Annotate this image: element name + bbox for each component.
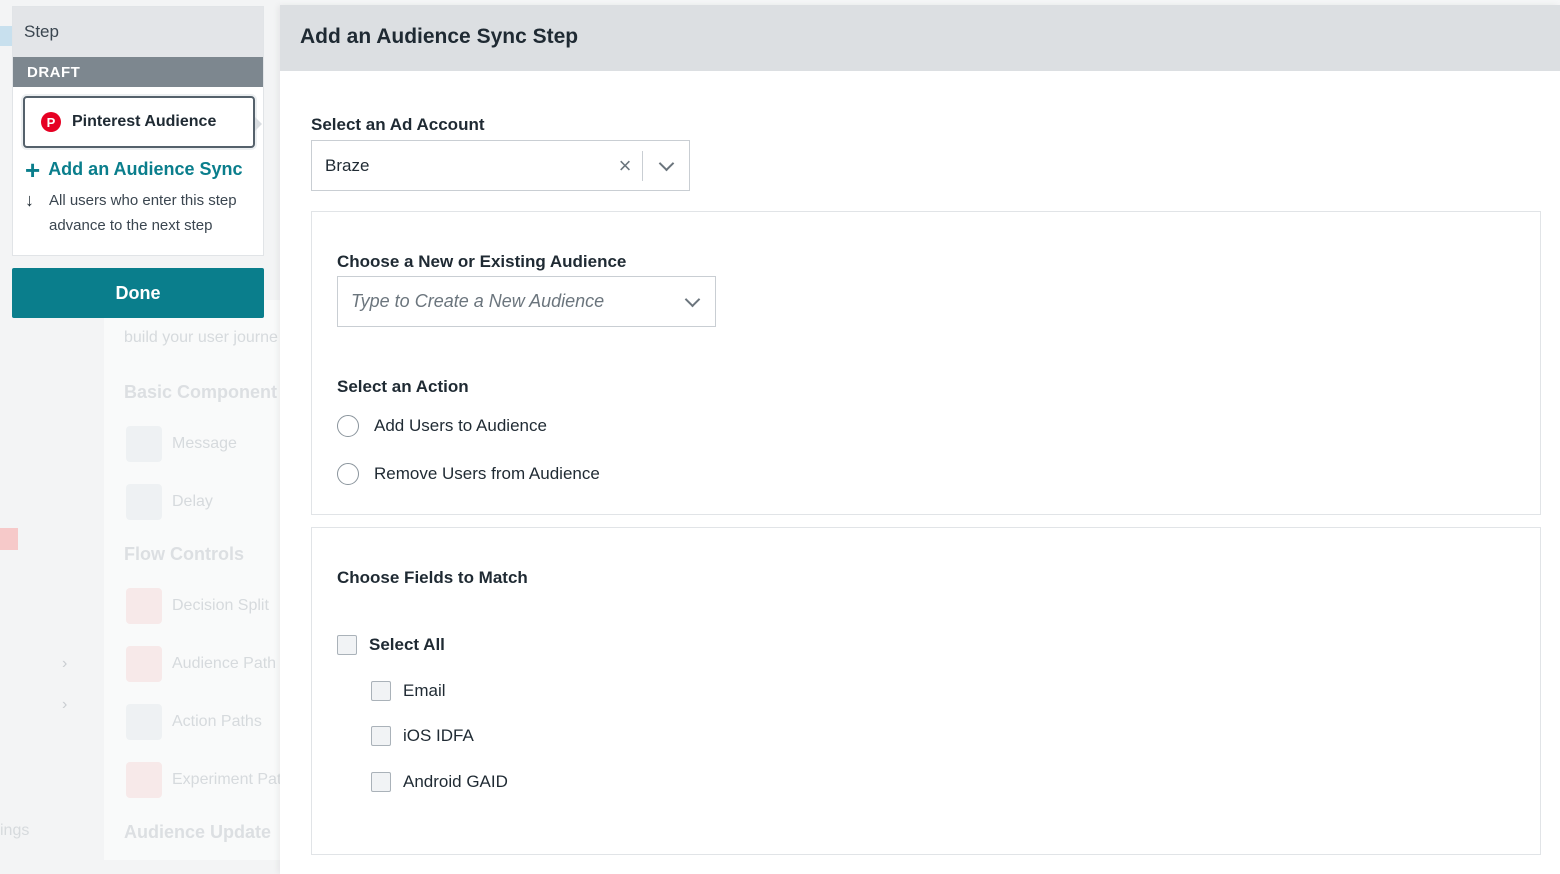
audience-label: Choose a New or Existing Audience xyxy=(337,252,627,271)
select-all-label: Select All xyxy=(369,635,445,654)
action-label: Select an Action xyxy=(337,377,469,396)
audience-paths-component[interactable]: Audience Path xyxy=(172,655,276,673)
audience-section: Choose a New or Existing Audience Select… xyxy=(311,211,1541,515)
delay-component[interactable]: Delay xyxy=(172,493,213,511)
draft-status-bar: DRAFT xyxy=(13,57,263,87)
radio-button[interactable] xyxy=(337,415,359,437)
checkbox[interactable] xyxy=(337,635,357,655)
chevron-right-icon[interactable]: › xyxy=(62,696,67,714)
ios-idfa-label: iOS IDFA xyxy=(403,726,474,745)
radio-add-users[interactable]: Add Users to Audience xyxy=(337,415,547,437)
advance-note: ↓ All users who enter this step advance … xyxy=(25,188,254,238)
radio-button[interactable] xyxy=(337,463,359,485)
action-paths-component[interactable]: Action Paths xyxy=(172,713,262,731)
canvas-edge-tag xyxy=(0,528,18,550)
advance-text: All users who enter this step advance to… xyxy=(49,192,237,234)
email-label: Email xyxy=(403,681,446,700)
checkbox-select-all[interactable]: Select All xyxy=(337,635,445,655)
pinterest-icon: P xyxy=(41,112,61,132)
fields-section: Choose Fields to Match Select All Email … xyxy=(311,527,1541,855)
plus-icon: + xyxy=(25,154,41,185)
message-icon xyxy=(126,426,162,462)
experiment-paths-icon xyxy=(126,762,162,798)
step-card: Step DRAFT P Pinterest Audience + Add an… xyxy=(12,6,264,256)
ad-account-label: Select an Ad Account xyxy=(311,115,485,134)
ad-account-value: Braze xyxy=(325,155,370,175)
checkbox-email[interactable]: Email xyxy=(371,681,446,701)
add-audience-sync-label: Add an Audience Sync xyxy=(48,159,243,179)
experiment-paths-component[interactable]: Experiment Pat xyxy=(172,771,281,789)
message-component[interactable]: Message xyxy=(172,435,237,453)
radio-add-users-label: Add Users to Audience xyxy=(374,416,547,435)
pinterest-audience-label: Pinterest Audience xyxy=(72,113,217,130)
add-audience-sync-button[interactable]: + Add an Audience Sync xyxy=(25,154,243,185)
modal-title: Add an Audience Sync Step xyxy=(280,5,1560,71)
step-header: Step xyxy=(13,7,263,57)
components-panel-text: build your user journe xyxy=(124,329,278,346)
audience-paths-icon xyxy=(126,646,162,682)
checkbox[interactable] xyxy=(371,726,391,746)
chevron-right-icon[interactable]: › xyxy=(62,655,67,673)
delay-icon xyxy=(126,484,162,520)
canvas-edge-icon xyxy=(0,26,12,46)
audience-sync-modal: Add an Audience Sync Step Select an Ad A… xyxy=(280,5,1560,874)
arrow-down-icon: ↓ xyxy=(25,190,34,210)
pinterest-audience-chip[interactable]: P Pinterest Audience xyxy=(23,96,262,148)
radio-remove-users-label: Remove Users from Audience xyxy=(374,464,600,483)
fields-label: Choose Fields to Match xyxy=(337,568,528,587)
audience-select[interactable] xyxy=(337,276,716,327)
settings-nav-item[interactable]: ings xyxy=(0,822,29,840)
checkbox-ios-idfa[interactable]: iOS IDFA xyxy=(371,726,474,746)
chevron-down-icon[interactable] xyxy=(643,155,689,171)
decision-split-icon xyxy=(126,588,162,624)
decision-split-component[interactable]: Decision Split xyxy=(172,597,269,615)
ad-account-select[interactable]: Braze × xyxy=(311,140,690,191)
clear-icon[interactable]: × xyxy=(608,153,642,179)
checkbox[interactable] xyxy=(371,772,391,792)
flow-controls-heading: Flow Controls xyxy=(124,544,244,564)
audience-input[interactable] xyxy=(338,290,669,313)
audience-update-heading: Audience Update xyxy=(124,822,272,842)
checkbox-android-gaid[interactable]: Android GAID xyxy=(371,772,508,792)
chip-pointer xyxy=(255,117,262,131)
radio-remove-users[interactable]: Remove Users from Audience xyxy=(337,463,600,485)
action-paths-icon xyxy=(126,704,162,740)
done-button[interactable]: Done xyxy=(12,268,264,318)
basic-components-heading: Basic Component xyxy=(124,382,278,402)
chevron-down-icon[interactable] xyxy=(669,291,715,307)
android-gaid-label: Android GAID xyxy=(403,772,508,791)
checkbox[interactable] xyxy=(371,681,391,701)
